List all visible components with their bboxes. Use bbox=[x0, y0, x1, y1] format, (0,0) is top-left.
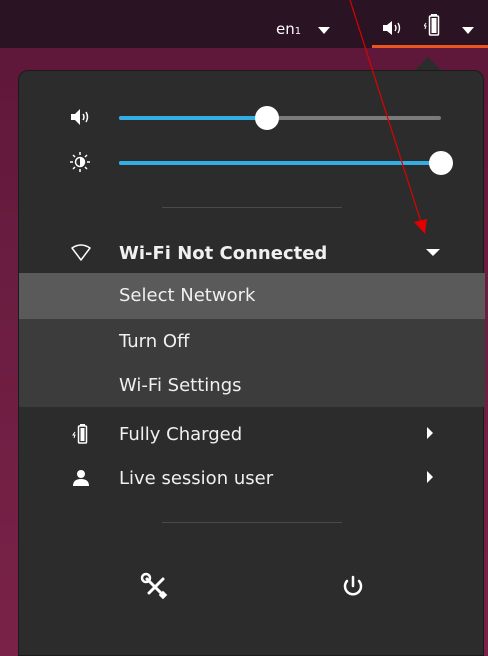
brightness-slider-handle[interactable] bbox=[429, 151, 453, 175]
volume-slider-fill bbox=[119, 116, 268, 120]
power-button[interactable] bbox=[333, 567, 373, 607]
select-network-item[interactable]: Select Network bbox=[19, 273, 485, 319]
keyboard-layout-indicator[interactable]: en1 bbox=[276, 20, 301, 38]
keyboard-layout-label: en bbox=[276, 20, 295, 38]
menu-item-label: Turn Off bbox=[119, 331, 190, 352]
user-menu-item[interactable]: Live session user bbox=[19, 456, 485, 500]
wifi-menu-item[interactable]: Wi-Fi Not Connected bbox=[19, 231, 485, 275]
keyboard-layout-subscript: 1 bbox=[294, 26, 302, 37]
chevron-down-icon bbox=[426, 249, 440, 256]
brightness-slider-fill bbox=[119, 161, 441, 165]
speaker-icon bbox=[71, 109, 89, 125]
volume-row bbox=[19, 97, 485, 137]
menu-item-label: Select Network bbox=[119, 285, 256, 306]
settings-tools-icon bbox=[140, 572, 168, 600]
wifi-settings-item[interactable]: Wi-Fi Settings bbox=[19, 363, 485, 409]
chevron-down-icon[interactable] bbox=[318, 27, 330, 34]
battery-icon[interactable] bbox=[424, 14, 442, 36]
system-menu: Wi-Fi Not Connected Select Network Turn … bbox=[18, 70, 485, 656]
user-name-label: Live session user bbox=[119, 468, 274, 489]
brightness-slider[interactable] bbox=[119, 151, 453, 175]
power-icon bbox=[343, 575, 363, 596]
menu-item-label: Wi-Fi Settings bbox=[119, 375, 242, 396]
separator bbox=[162, 207, 342, 208]
wifi-submenu: Select Network Turn Off Wi-Fi Settings bbox=[19, 273, 485, 407]
brightness-row bbox=[19, 142, 485, 182]
volume-slider-handle[interactable] bbox=[255, 106, 280, 130]
brightness-icon bbox=[70, 152, 90, 172]
chevron-down-icon[interactable] bbox=[462, 27, 474, 34]
popup-pointer bbox=[414, 57, 442, 71]
wifi-icon bbox=[71, 244, 91, 261]
battery-status-label: Fully Charged bbox=[119, 424, 243, 445]
user-icon bbox=[73, 470, 89, 486]
turn-off-item[interactable]: Turn Off bbox=[19, 319, 485, 365]
settings-button[interactable] bbox=[135, 567, 175, 607]
battery-icon bbox=[72, 424, 88, 444]
chevron-right-icon bbox=[427, 471, 433, 483]
top-panel: en1 bbox=[0, 0, 488, 48]
wifi-status-label: Wi-Fi Not Connected bbox=[119, 243, 328, 264]
battery-menu-item[interactable]: Fully Charged bbox=[19, 412, 485, 456]
chevron-right-icon bbox=[427, 427, 433, 439]
active-indicator bbox=[372, 45, 488, 48]
separator bbox=[162, 522, 342, 523]
speaker-icon[interactable] bbox=[382, 20, 404, 36]
volume-slider[interactable] bbox=[119, 106, 441, 130]
